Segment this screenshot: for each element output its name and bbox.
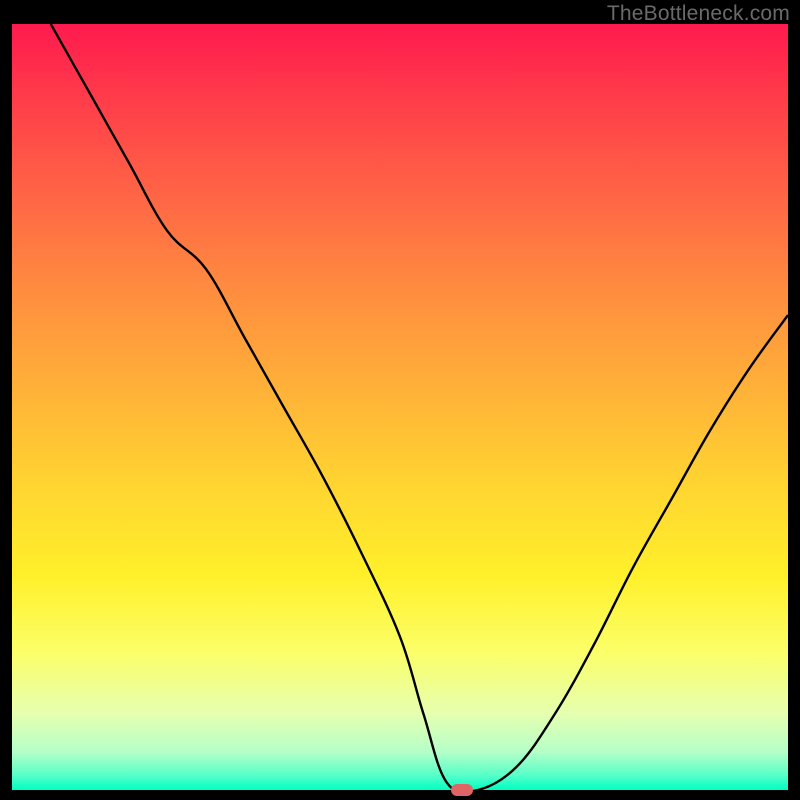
chart-frame: TheBottleneck.com xyxy=(0,0,800,800)
watermark-text: TheBottleneck.com xyxy=(607,2,790,26)
curve-layer xyxy=(12,24,788,790)
bottleneck-curve-path xyxy=(51,24,788,790)
minimum-marker xyxy=(451,784,473,796)
